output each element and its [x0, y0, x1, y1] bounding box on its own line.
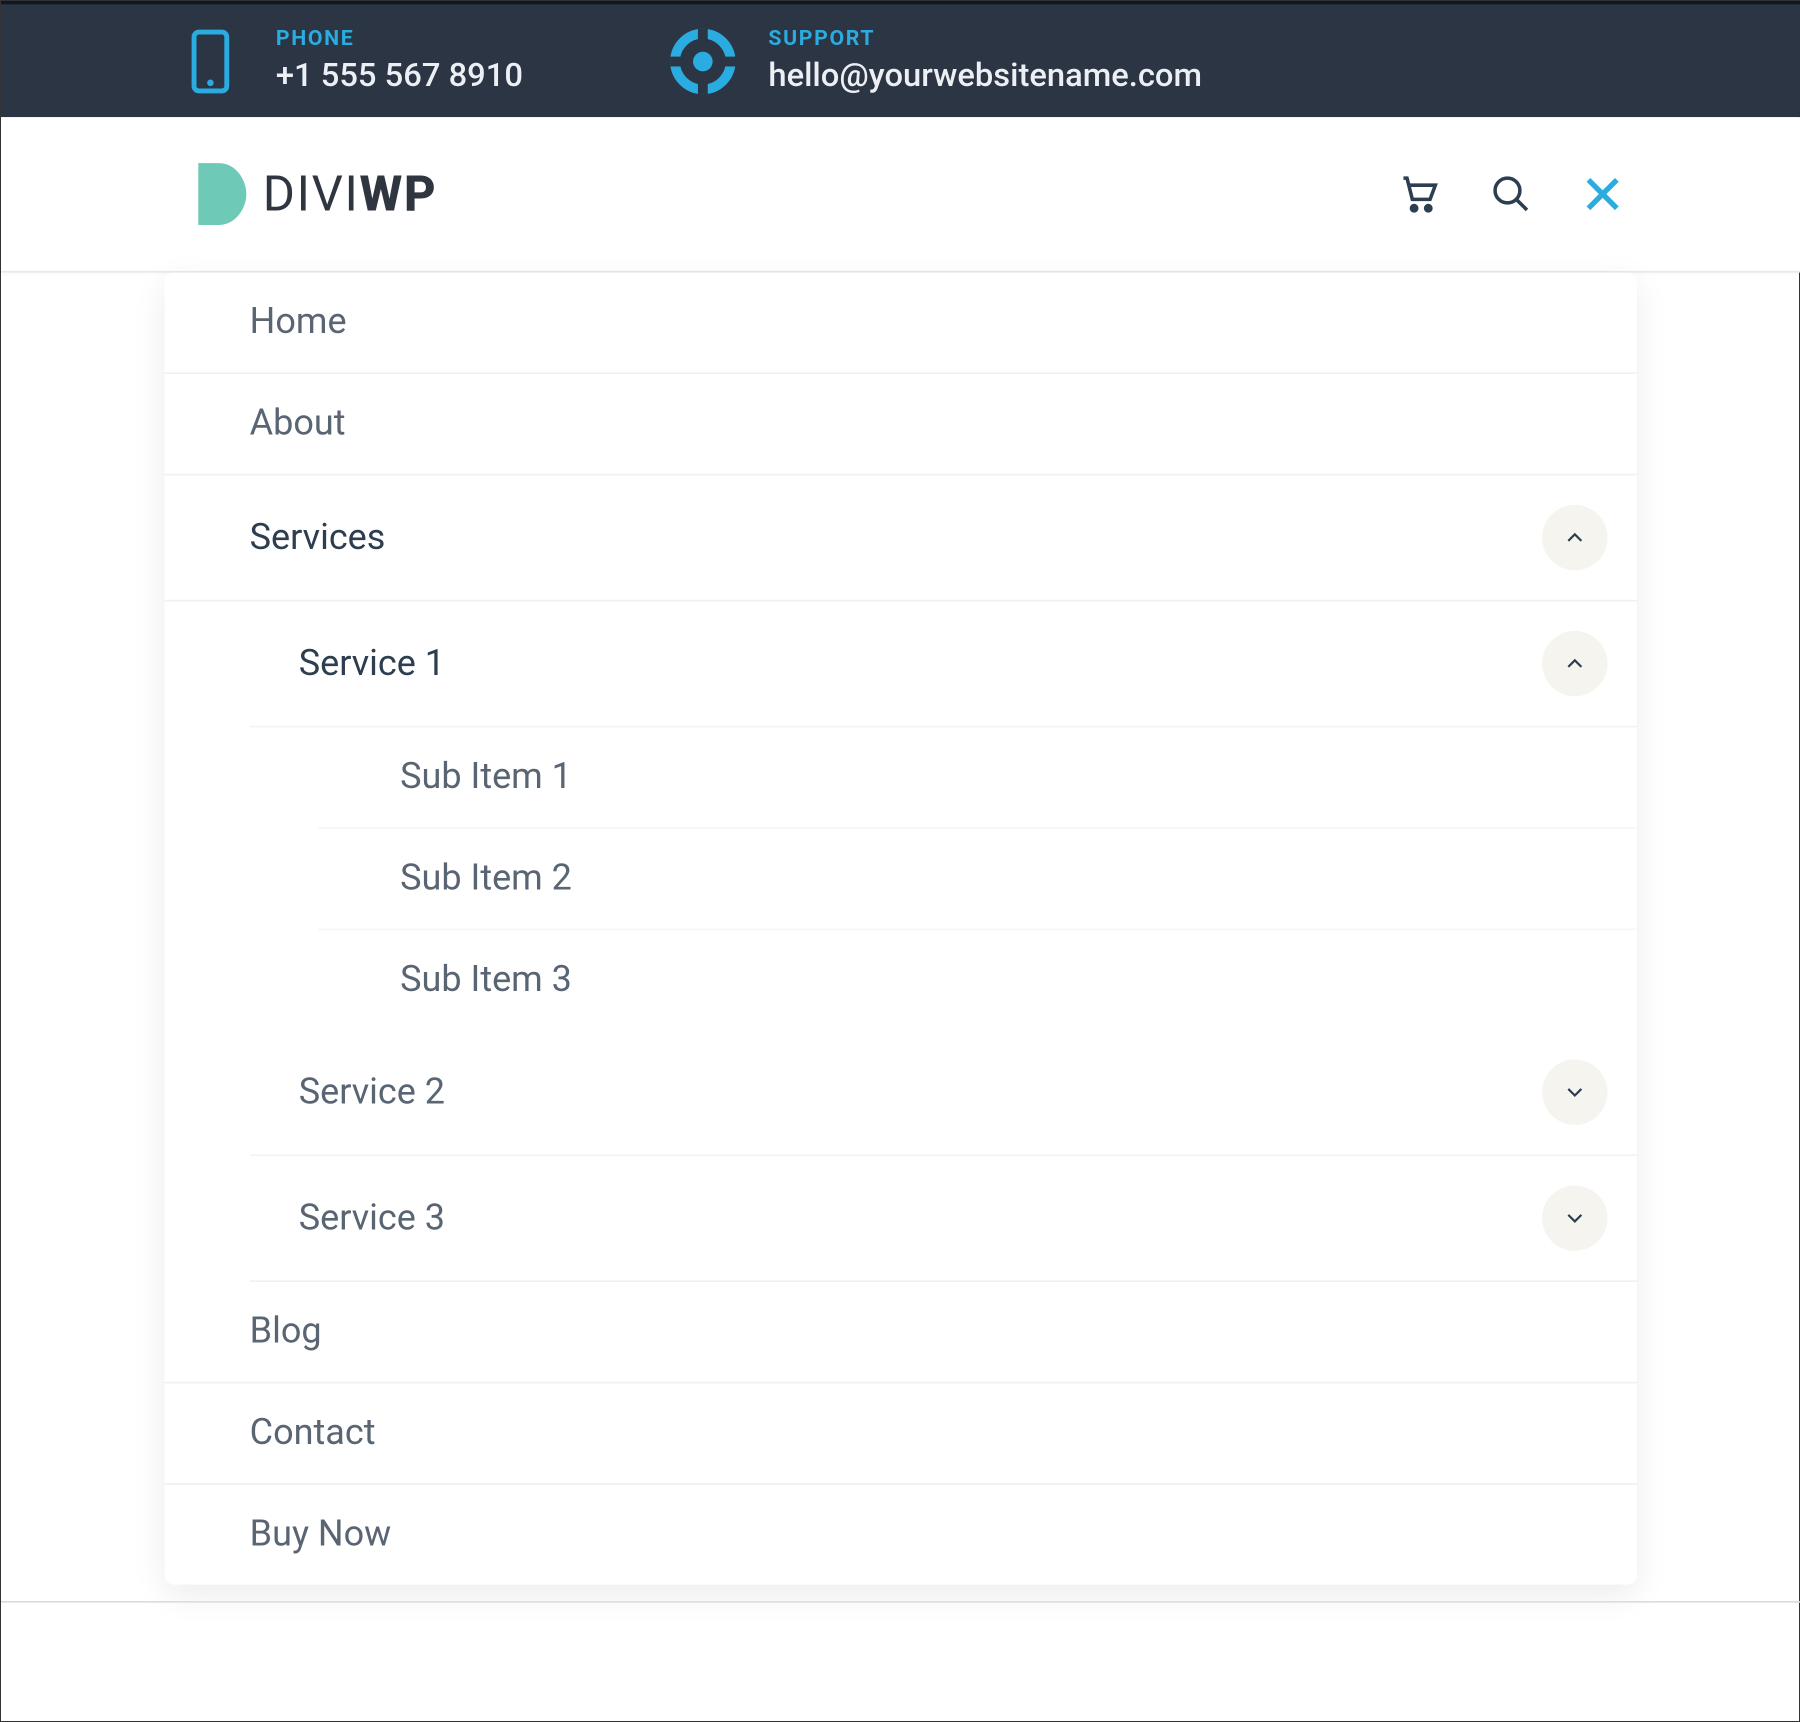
menu-item-home[interactable]: Home [165, 273, 1637, 374]
services-submenu: Service 1 Sub Item 1 Sub Item 2 Sub Item… [250, 601, 1637, 1282]
menu-label: Sub Item 2 [400, 858, 572, 899]
menu-label: About [250, 403, 346, 444]
service-1-submenu: Sub Item 1 Sub Item 2 Sub Item 3 [318, 727, 1637, 1030]
menu-label: Service 3 [299, 1198, 445, 1239]
chevron-down-icon[interactable] [1542, 1059, 1607, 1124]
menu-item-about[interactable]: About [165, 374, 1637, 475]
divider [1, 1601, 1800, 1603]
topbar: PHONE +1 555 567 8910 SUPPORT hello@your… [1, 1, 1800, 117]
menu-label: Buy Now [250, 1514, 391, 1555]
menu-label: Sub Item 1 [400, 757, 572, 798]
menu-label: Service 2 [299, 1072, 445, 1113]
menu-item-service-3[interactable]: Service 3 [250, 1156, 1637, 1280]
cart-icon[interactable] [1398, 173, 1441, 216]
chevron-down-icon[interactable] [1542, 1185, 1607, 1250]
menu-item-blog[interactable]: Blog [165, 1282, 1637, 1383]
header: DIVIWP [1, 117, 1800, 272]
menu-item-services[interactable]: Services [165, 475, 1637, 601]
menu-item-sub-2[interactable]: Sub Item 2 [318, 829, 1637, 930]
close-icon[interactable] [1581, 173, 1624, 216]
phone-label: PHONE [276, 27, 523, 52]
menu-item-buy-now[interactable]: Buy Now [165, 1485, 1637, 1585]
menu-label: Home [250, 302, 347, 343]
menu-item-service-2[interactable]: Service 2 [250, 1030, 1637, 1156]
menu-item-sub-1[interactable]: Sub Item 1 [318, 727, 1637, 828]
menu-item-contact[interactable]: Contact [165, 1383, 1637, 1484]
menu-label: Contact [250, 1413, 376, 1454]
logo-mark-icon [178, 160, 247, 229]
support-value: hello@yourwebsitename.com [768, 55, 1202, 94]
logo-text: DIVIWP [263, 165, 438, 222]
menu-item-sub-3[interactable]: Sub Item 3 [318, 930, 1637, 1030]
menu-label: Sub Item 3 [400, 960, 572, 1001]
support-label: SUPPORT [768, 27, 1202, 52]
menu-item-service-1[interactable]: Service 1 [250, 601, 1637, 727]
menu-label: Blog [250, 1311, 322, 1352]
phone-block: PHONE +1 555 567 8910 [178, 27, 523, 94]
phone-value: +1 555 567 8910 [276, 55, 523, 94]
menu-label: Service 1 [299, 643, 445, 684]
logo[interactable]: DIVIWP [178, 160, 438, 229]
mobile-menu-panel: Home About Services Service 1 Sub Item 1 [165, 273, 1637, 1585]
search-icon[interactable] [1490, 173, 1533, 216]
chevron-up-icon[interactable] [1542, 631, 1607, 696]
phone-icon [178, 28, 243, 93]
chevron-up-icon[interactable] [1542, 505, 1607, 570]
menu-label: Services [250, 517, 386, 558]
support-icon [670, 28, 735, 93]
support-block: SUPPORT hello@yourwebsitename.com [670, 27, 1202, 94]
